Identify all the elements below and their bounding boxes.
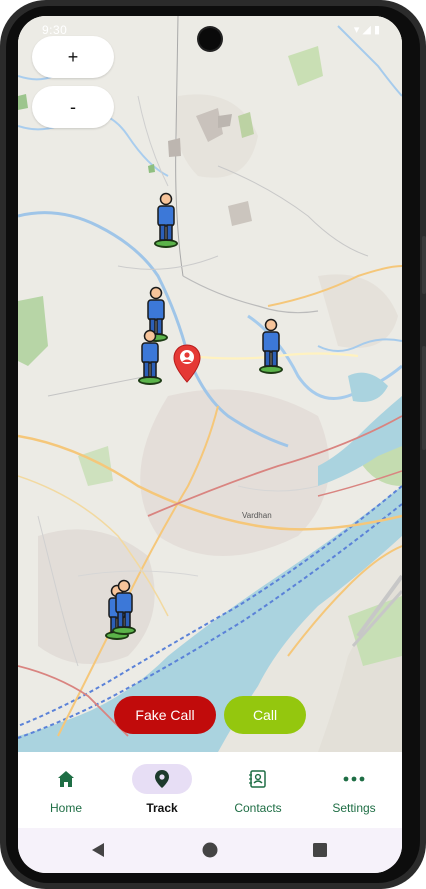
map-view[interactable]: Vardhan 9:30 ▾ ◢ ▮ + - Fake Call Call (18, 16, 402, 752)
nav-label-settings: Settings (332, 801, 376, 815)
person-icon (141, 329, 159, 378)
phone-frame: Vardhan 9:30 ▾ ◢ ▮ + - Fake Call Call Ho… (0, 0, 426, 889)
zoom-out-button[interactable]: - (32, 86, 114, 128)
nav-item-settings[interactable]: Settings (306, 752, 402, 828)
nav-label-home: Home (49, 801, 82, 815)
nav-active-indicator (132, 764, 192, 794)
battery-icon: ▮ (373, 24, 380, 36)
signal-icon: ◢ (362, 24, 371, 36)
volume-button (422, 236, 426, 294)
zoom-in-button[interactable]: + (32, 36, 114, 78)
location-pin-icon[interactable] (172, 344, 202, 384)
home-icon (58, 771, 74, 787)
call-button[interactable]: Call (224, 696, 306, 734)
person-marker[interactable] (256, 318, 286, 374)
zoom-in-label: + (67, 46, 79, 67)
front-camera (199, 28, 221, 50)
fake-call-label: Fake Call (135, 707, 195, 723)
system-navigation-bar (18, 828, 402, 873)
status-icons: ▾ ◢ ▮ (354, 23, 380, 36)
nav-icon-container (228, 764, 288, 794)
power-button (422, 346, 426, 450)
status-time: 9:30 (42, 23, 68, 37)
nav-item-home[interactable]: Home (18, 752, 114, 828)
bottom-navigation: Home Track Contacts Settings (18, 752, 402, 828)
recents-icon[interactable] (313, 843, 327, 857)
person-marker[interactable] (135, 329, 165, 385)
contacts-icon (249, 770, 266, 788)
person-icon (115, 579, 133, 628)
wifi-icon: ▾ (353, 24, 360, 36)
back-icon[interactable] (91, 842, 105, 858)
more-icon (343, 776, 365, 782)
person-icon (262, 318, 280, 367)
nav-item-track[interactable]: Track (114, 752, 210, 828)
person-icon (157, 192, 175, 241)
map-place-label: Vardhan (242, 511, 272, 520)
location-pin-icon (155, 770, 169, 788)
nav-icon-container (36, 764, 96, 794)
nav-item-contacts[interactable]: Contacts (210, 752, 306, 828)
home-circle-icon[interactable] (202, 842, 218, 858)
nav-icon-container (324, 764, 384, 794)
screen: Vardhan 9:30 ▾ ◢ ▮ + - Fake Call Call Ho… (18, 16, 402, 873)
nav-label-track: Track (146, 801, 178, 815)
person-marker[interactable] (151, 192, 181, 248)
nav-label-contacts: Contacts (234, 801, 282, 815)
fake-call-button[interactable]: Fake Call (114, 696, 216, 734)
call-label: Call (252, 707, 278, 723)
zoom-out-label: - (70, 96, 76, 117)
person-marker[interactable] (109, 579, 139, 635)
